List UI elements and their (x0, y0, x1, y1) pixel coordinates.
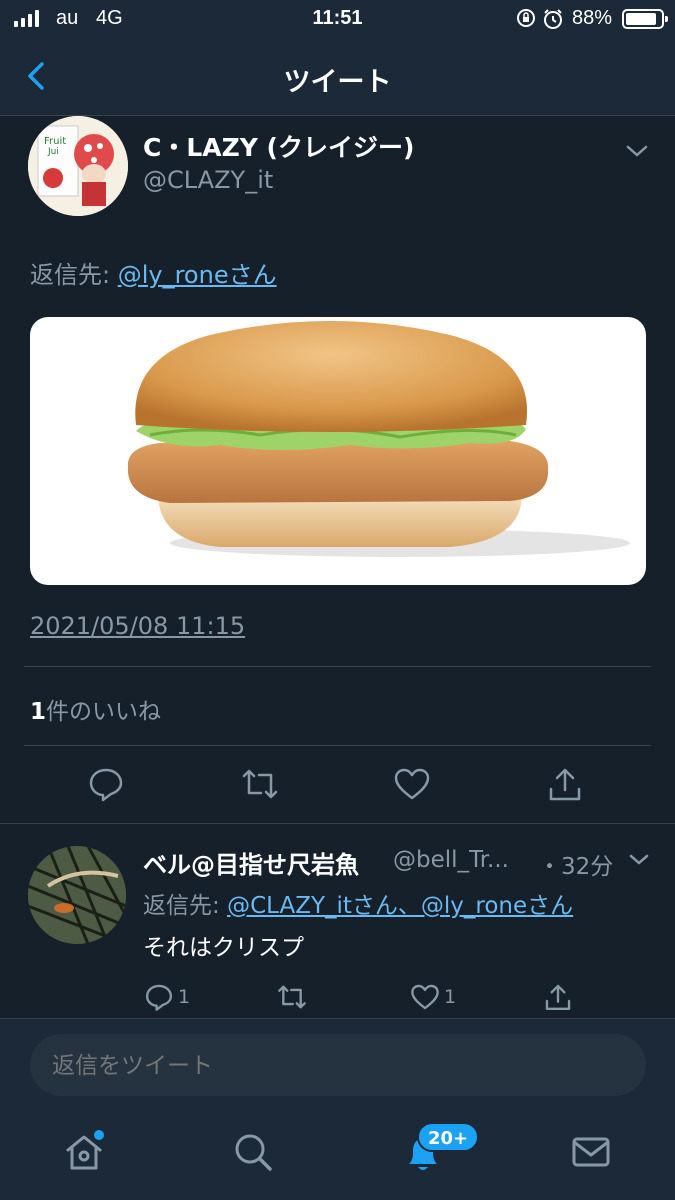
reply-reply-button[interactable]: 1 (144, 982, 190, 1012)
home-unread-dot (94, 1130, 104, 1140)
burger-photo (127, 321, 630, 557)
tweet-image[interactable] (30, 317, 646, 585)
reply-author-avatar[interactable] (28, 846, 126, 944)
author-handle[interactable]: @CLAZY_it (143, 166, 273, 194)
retweet-icon[interactable] (241, 765, 279, 803)
divider (24, 666, 651, 667)
reply-like-button[interactable]: 1 (410, 982, 456, 1012)
orientation-lock-icon (517, 9, 535, 27)
like-icon (411, 984, 439, 1010)
svg-text:Jui: Jui (47, 147, 59, 157)
like-count: 1 (444, 986, 457, 1008)
search-icon[interactable] (231, 1130, 275, 1174)
reply-to-users-link[interactable]: @CLAZY_itさん、@ly_roneさん (227, 893, 573, 919)
likes-summary[interactable]: 1件のいいね (30, 692, 161, 726)
avatar-illustration: Fruit Jui (28, 116, 128, 216)
reply-share-button[interactable] (543, 982, 573, 1012)
avatar-text: Fruit (44, 136, 66, 147)
likes-label: 件のいいね (46, 699, 162, 725)
likes-count: 1 (30, 699, 47, 725)
alarm-icon (544, 9, 562, 29)
chevron-down-icon[interactable] (622, 140, 652, 162)
reply-icon[interactable] (87, 765, 125, 803)
status-bar: au 4G 11:51 88% (0, 0, 675, 38)
reply-to-label: 返信先: (30, 261, 118, 289)
reply-retweet-button[interactable] (276, 982, 308, 1012)
avatar-photo (28, 846, 126, 944)
share-icon (545, 984, 571, 1011)
reply-to-label: 返信先: (143, 893, 228, 919)
section-separator (0, 823, 675, 824)
reply-compose-input[interactable] (30, 1034, 646, 1096)
share-icon[interactable] (546, 765, 584, 803)
divider (24, 745, 651, 746)
chevron-down-icon[interactable] (627, 851, 651, 869)
reply-author-handle[interactable]: @bell_Tr... (393, 847, 509, 873)
battery-icon (622, 9, 668, 29)
author-name[interactable]: C・LAZY (クレイジー) (143, 128, 414, 164)
reply-count: 1 (178, 986, 191, 1008)
notifications-badge: 20+ (417, 1122, 480, 1152)
author-avatar[interactable]: Fruit Jui (28, 116, 128, 216)
reply-author-name[interactable]: ベル@目指せ尺岩魚 (143, 845, 359, 880)
reply-time: ・32分 (538, 854, 614, 880)
reply-to-line: 返信先: @ly_roneさん (30, 255, 277, 290)
nav-bar: ツイート (0, 38, 675, 116)
retweet-icon (278, 985, 306, 1009)
messages-icon[interactable] (569, 1130, 613, 1174)
reply-to-user-link[interactable]: @ly_roneさん (118, 261, 277, 289)
reply-text: それはクリスプ (143, 935, 304, 961)
tweet-timestamp[interactable]: 2021/05/08 11:15 (30, 612, 245, 640)
reply-icon (145, 984, 173, 1011)
battery-percent: 88% (572, 7, 613, 29)
reply-to-line: 返信先: @CLAZY_itさん、@ly_roneさん (143, 886, 573, 920)
page-title: ツイート (283, 67, 392, 98)
like-icon[interactable] (393, 765, 431, 803)
